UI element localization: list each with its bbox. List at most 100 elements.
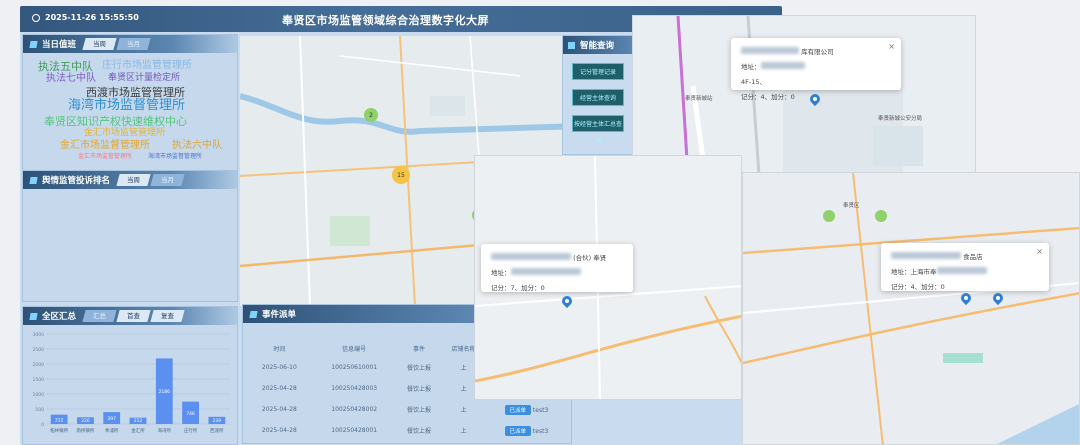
map-cluster[interactable]: 15 [392,166,410,184]
popup-address: 地址： [741,61,891,71]
close-icon[interactable]: × [1036,247,1043,256]
map-pin-icon[interactable] [810,94,820,108]
table-cell: 餐饮上报 [406,365,431,372]
table-cell: 上 [460,407,467,414]
word-cloud-item: 执法五中队 [38,60,93,73]
smart-query-header: 智能查询 [563,36,633,54]
map-pin-icon[interactable] [993,293,1003,307]
popup-title: 库有限公司 [741,46,891,56]
panel-icon [568,41,575,49]
extra-text: test3 [531,427,549,435]
x-tick-label: 奉浦所 [105,427,119,434]
map-pin-icon[interactable] [961,293,971,307]
table-cell: 餐饮上报 [406,386,431,393]
col-time: 时间 [273,345,286,353]
map-pin-icon[interactable] [562,296,572,310]
table-row[interactable]: 2025-04-28 100250428002 餐饮上报 上 已派单 test3 [247,399,567,420]
tab-summary[interactable]: 汇总 [82,310,117,322]
table-cell: 餐饮上报 [406,428,431,435]
x-tick-label: 庄行所 [184,427,198,434]
map-screenshot-3: 奉贤区 × 食品店 地址：上海市奉 记分：4、加分：0 [742,172,1080,445]
status-badge[interactable]: 已派单 [504,425,532,436]
close-icon[interactable]: × [888,42,895,51]
tab-week[interactable]: 当周 [82,38,117,50]
panel-icon [29,40,38,48]
tab-month[interactable]: 当月 [150,174,185,186]
map-cluster[interactable] [875,210,887,222]
col-event: 事件 [412,345,425,353]
dashboard-title: 奉贤区市场监管领域综合治理数字化大屏 [282,14,489,27]
shop-popup-1: × 库有限公司 地址： 4F-15、 记分：4、加分：0 [731,38,901,101]
table-cell: 100250610001 [331,364,378,371]
status-badge[interactable]: 已派单 [504,404,532,415]
smart-query-title: 智能查询 [580,41,615,51]
popup-score: 记分：4、加分：0 [891,283,945,291]
panel-icon [29,312,38,320]
y-tick-label: 2000 [33,362,45,368]
table-cell: 2025-06-10 [261,364,297,371]
x-tick-label: 南桥镇所 [76,427,94,434]
redacted-text [741,47,799,54]
popup-address: 地址： [491,267,623,277]
table-cell: 餐饮上报 [406,407,431,414]
word-cloud-item: 金汇市场监管管理所 [84,128,166,138]
redacted-text [936,267,987,274]
popup-score: 记分：7、加分：0 [491,284,545,292]
bar-value-label: 312 [55,417,64,423]
word-cloud-item: 奉贤区知识产权快速维权中心 [44,115,187,128]
word-cloud-item: 西渡市场监管管理所 [86,86,185,99]
y-tick-label: 1000 [33,392,45,398]
clock-icon [32,13,40,22]
y-tick-label: 0 [41,422,44,428]
event-panel-title: 事件派单 [262,310,297,320]
word-cloud-item: 海湾市场监督管理所 [148,153,203,160]
complaint-panel-header: 舆情监管投诉排名 当周 当月 [23,171,237,189]
table-cell: 已派单 test3 [486,399,567,420]
complaint-panel: 舆情监管投诉排名 当周 当月 [22,170,238,302]
poi-label: 奉贤新城公安分局 [878,116,923,122]
table-cell: 100250428001 [331,427,378,434]
duty-word-cloud: 执法五中队 庄行市场监管管理所 执法七中队 奉贤区计量检定所 西渡市场监管管理所 海湾市场… [26,61,236,169]
table-cell: 100250428002 [331,406,378,413]
map-cluster[interactable] [823,210,835,222]
tab-week[interactable]: 当周 [116,174,151,186]
map-cluster[interactable]: 2 [364,108,378,122]
col-id: 信息编号 [342,345,367,353]
redacted-text [491,253,571,260]
duty-panel-header: 当日值班 当周 当月 [23,35,237,53]
station-label: 奉贤新城站 [685,96,713,102]
table-cell: 上 [460,428,467,435]
score-record-button[interactable]: 记分管理记录 [572,63,624,80]
map-screenshot-2: (合伙) 奉贤 地址： 记分：7、加分：0 [474,155,742,400]
x-tick-label: 柘林镇所 [50,427,68,434]
bar-value-label: 397 [107,416,116,422]
redacted-text [891,252,961,259]
complaint-panel-title: 舆情监管投诉排名 [42,176,111,186]
summary-panel-title: 全区汇总 [42,312,77,322]
table-cell: 已派单 test3 [486,420,567,441]
entity-summary-button[interactable]: 按经营主体汇总查询 [572,115,624,145]
popup-title: (合伙) 奉贤 [491,252,623,262]
tab-recheck[interactable]: 复查 [150,310,185,322]
summary-bar-chart: 0 500 1000 1500 2000 2500 3000 312 柘林镇所 226 南桥镇所 39… [33,332,230,434]
summary-panel-header: 全区汇总 汇总 首查 复查 [23,307,237,325]
table-cell: 2025-04-28 [261,385,297,392]
panel-icon [249,310,258,318]
bar-value-label: 212 [134,418,143,424]
table-cell: 100250428003 [331,385,378,392]
word-cloud-item: 金汇市场监管管理所 [78,153,133,160]
bar-value-label: 226 [81,418,90,424]
redacted-text [760,62,805,69]
word-cloud-item: 奉贤区计量检定所 [108,73,181,83]
popup-title: 食品店 [891,251,1039,261]
word-cloud-item: 执法六中队 [172,140,222,151]
redacted-text [510,268,581,275]
entity-query-button[interactable]: 经营主体查询 [572,89,624,106]
bar-value-label: 746 [186,411,195,417]
tab-first-check[interactable]: 首查 [116,310,151,322]
bar-value-label: 239 [213,418,222,424]
map3-roads [743,173,1079,444]
table-cell: 2025-04-28 [261,427,297,434]
tab-month[interactable]: 当月 [116,38,151,50]
table-row[interactable]: 2025-04-28 100250428001 餐饮上报 上 已派单 test3 [247,420,567,441]
